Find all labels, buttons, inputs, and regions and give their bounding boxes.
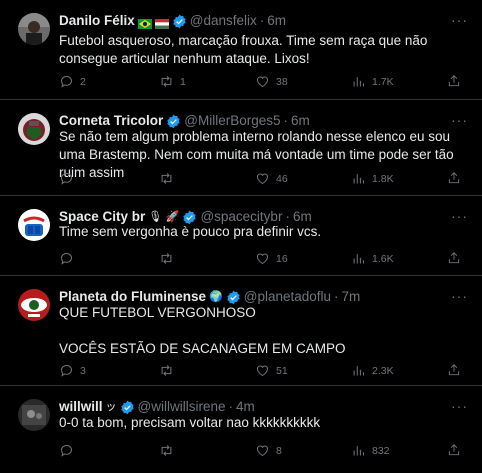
tweet-actions: 3 51 2.3K (59, 363, 469, 381)
retweet-icon (161, 445, 172, 456)
tweet-item[interactable]: Corneta Tricolor @MillerBorges5 · 6m ···… (0, 100, 482, 196)
views-icon (353, 77, 364, 87)
tweet-item[interactable]: Planeta do Fluminense 🌍 @planetadoflu · … (0, 276, 482, 386)
author-handle[interactable]: @dansfelix (190, 12, 257, 30)
verified-icon (226, 290, 241, 305)
share-icon (448, 252, 460, 264)
views-button[interactable]: 832 (351, 443, 390, 458)
separator: · (259, 13, 265, 28)
retweet-icon (161, 76, 172, 87)
views-button[interactable]: 1.6K (351, 251, 394, 266)
like-icon (257, 445, 268, 457)
retweet-button[interactable] (159, 443, 180, 458)
reply-icon (61, 253, 72, 265)
share-button[interactable] (447, 363, 461, 377)
more-icon[interactable]: ··· (451, 398, 468, 414)
like-button[interactable]: 38 (255, 74, 288, 89)
tweet-actions: 2 1 38 1.7K (59, 74, 469, 92)
tweet-item[interactable]: willwill ッ @willwillsirene · 4m ··· 0-0 … (0, 386, 482, 473)
tweet-actions: 16 1.6K (59, 251, 469, 269)
reply-button[interactable] (59, 443, 80, 458)
share-button[interactable] (447, 443, 461, 457)
reply-button[interactable] (59, 171, 80, 186)
author-name[interactable]: Danilo Félix (59, 12, 135, 30)
more-icon[interactable]: ··· (451, 112, 468, 128)
tweet-actions: 8 832 (59, 443, 469, 461)
brazil-flag-icon (137, 16, 152, 29)
views-count: 832 (372, 444, 390, 457)
like-count: 46 (276, 172, 288, 185)
retweet-icon (161, 253, 172, 264)
views-count: 2.3K (372, 364, 394, 377)
verified-icon (120, 400, 135, 415)
like-count: 8 (276, 444, 282, 457)
more-icon[interactable]: ··· (451, 208, 468, 224)
share-icon (448, 364, 460, 376)
views-icon (353, 254, 364, 264)
tweet-text: Futebol asqueroso, marcação frouxa. Time… (59, 33, 428, 66)
like-count: 51 (276, 364, 288, 377)
like-button[interactable]: 16 (255, 251, 288, 266)
retweet-button[interactable] (159, 363, 180, 378)
more-icon[interactable]: ··· (451, 12, 468, 28)
like-icon (257, 365, 268, 377)
reply-icon (61, 173, 72, 185)
tweet-time[interactable]: 6m (267, 12, 286, 30)
avatar[interactable] (18, 399, 50, 431)
retweet-button[interactable] (159, 171, 180, 186)
share-icon (448, 172, 460, 184)
tweet-text: QUE FUTEBOL VERGONHOSO VOCÊS ESTÃO DE SA… (59, 305, 346, 356)
tweet-actions: 46 1.8K (59, 171, 469, 189)
like-icon (257, 253, 268, 265)
hungary-flag-icon (154, 16, 169, 29)
avatar[interactable] (18, 13, 50, 45)
views-count: 1.6K (372, 252, 394, 265)
share-icon (448, 75, 460, 87)
reply-button[interactable]: 3 (59, 363, 86, 378)
retweet-count: 1 (180, 75, 186, 88)
avatar[interactable] (18, 113, 50, 145)
like-button[interactable]: 8 (255, 443, 282, 458)
reply-count: 2 (80, 75, 86, 88)
avatar[interactable] (18, 289, 50, 321)
share-button[interactable] (447, 251, 461, 265)
like-button[interactable]: 46 (255, 171, 288, 186)
views-icon (353, 446, 364, 456)
views-icon (353, 174, 364, 184)
tweet-text: 0-0 ta bom, precisam voltar nao kkkkkkkk… (59, 415, 321, 430)
reply-icon (61, 76, 72, 88)
reply-button[interactable] (59, 251, 80, 266)
like-count: 16 (276, 252, 288, 265)
retweet-icon (161, 173, 172, 184)
like-count: 38 (276, 75, 288, 88)
tweet-item[interactable]: Space City br 🎙 🚀 @spacecitybr · 6m ··· … (0, 196, 482, 276)
views-count: 1.8K (372, 172, 394, 185)
like-icon (257, 76, 268, 88)
views-button[interactable]: 1.7K (351, 74, 394, 89)
verified-icon (166, 114, 181, 129)
retweet-button[interactable]: 1 (159, 74, 186, 89)
views-button[interactable]: 1.8K (351, 171, 394, 186)
retweet-button[interactable] (159, 251, 180, 266)
like-button[interactable]: 51 (255, 363, 288, 378)
avatar[interactable] (18, 209, 50, 241)
like-icon (257, 173, 268, 185)
tweet-header: Danilo Félix @dansfelix · 6m (59, 12, 442, 30)
tweet-text: Time sem vergonha è pouco pra definir vc… (59, 224, 322, 239)
verified-icon (172, 14, 187, 29)
share-button[interactable] (447, 74, 461, 88)
views-button[interactable]: 2.3K (351, 363, 394, 378)
more-icon[interactable]: ··· (451, 288, 468, 304)
share-icon (448, 444, 460, 456)
tweet-item[interactable]: Danilo Félix @dansfelix · 6m ··· Futebol… (0, 0, 482, 100)
retweet-icon (161, 365, 172, 376)
reply-button[interactable]: 2 (59, 74, 86, 89)
views-icon (353, 366, 364, 376)
reply-icon (61, 365, 72, 377)
views-count: 1.7K (372, 75, 394, 88)
share-button[interactable] (447, 171, 461, 185)
reply-icon (61, 445, 72, 457)
reply-count: 3 (80, 364, 86, 377)
